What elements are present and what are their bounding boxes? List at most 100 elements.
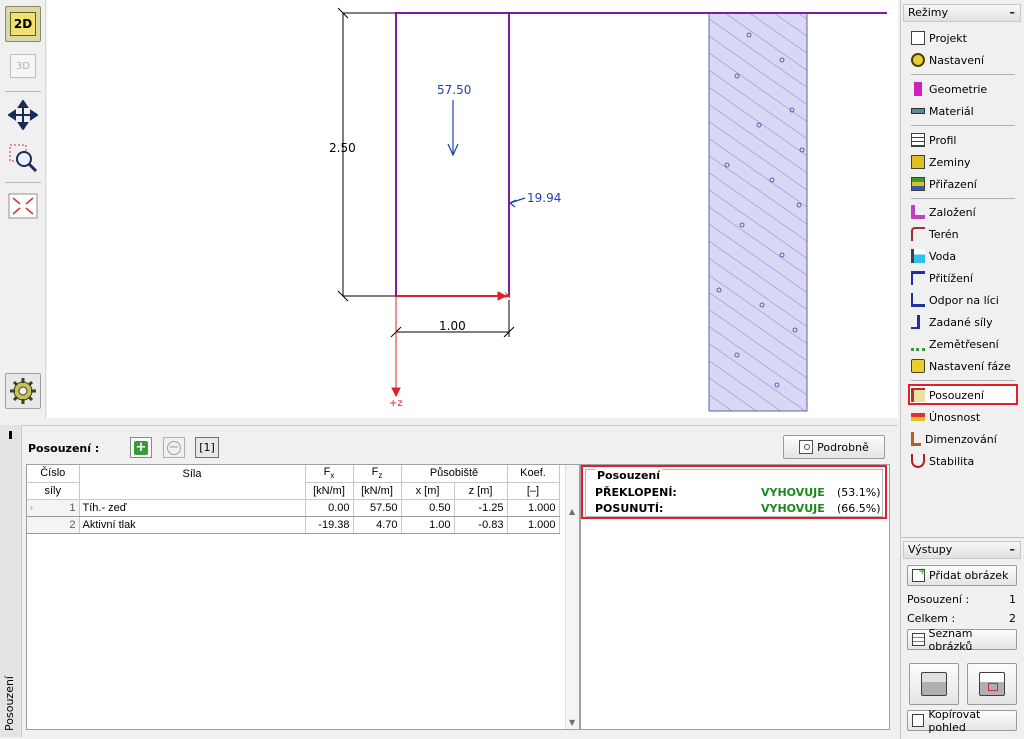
- remove-button[interactable]: −: [163, 437, 185, 458]
- mode-item-stability[interactable]: Stabilita: [911, 451, 974, 471]
- verification-icon: [911, 388, 925, 402]
- add-image-button[interactable]: + Přidat obrázek: [907, 565, 1017, 586]
- mode-label: Stabilita: [929, 454, 975, 468]
- mode-label: Geometrie: [929, 82, 988, 96]
- move-icon[interactable]: [5, 97, 41, 133]
- sliding-label: POSUNUTÍ:: [595, 502, 664, 515]
- row-z: -1.25: [454, 499, 508, 517]
- mode-label: Nastavení fáze: [929, 359, 1011, 373]
- fit-view-icon[interactable]: [5, 188, 41, 224]
- settings-sun-icon: [911, 53, 925, 67]
- modes-panel: Režimy – Projekt Nastavení Geometrie Mat…: [900, 0, 1024, 739]
- modes-title: Režimy: [908, 6, 948, 19]
- minus-icon: −: [167, 439, 181, 455]
- col-coef-unit: [–]: [507, 482, 560, 500]
- table-row[interactable]: › 1 Tíh.- zeď 0.00 57.50 0.50 -1.25 1.000: [27, 499, 560, 517]
- mode-item-verification[interactable]: Posouzení: [911, 385, 984, 405]
- scroll-down-icon[interactable]: ▼: [569, 718, 575, 727]
- collapse-icon[interactable]: –: [1010, 542, 1016, 558]
- row-z: -0.83: [454, 516, 508, 534]
- print-preview-button[interactable]: [967, 663, 1017, 705]
- col-fz-unit: [kN/m]: [353, 482, 402, 500]
- drawing-canvas[interactable]: 2.50 1.00 57.50 19.94 +x +z: [47, 0, 898, 418]
- row-fx: -19.38: [305, 516, 354, 534]
- mode-item-water[interactable]: Voda: [911, 246, 956, 266]
- add-button[interactable]: +: [130, 437, 152, 458]
- col-z-unit: z [m]: [454, 482, 508, 500]
- image-list-button[interactable]: Seznam obrázků: [907, 626, 1017, 653]
- outputs-header[interactable]: Výstupy –: [903, 541, 1021, 559]
- horizontal-force-arrow: [508, 197, 526, 208]
- mode-label: Dimenzování: [925, 432, 997, 446]
- mode-item-bearing[interactable]: Únosnost: [911, 407, 980, 427]
- view-toolbar: 2D 3D: [0, 0, 46, 418]
- mode-label: Zemětřesení: [929, 337, 999, 351]
- side-tab[interactable]: Posouzení: [0, 425, 22, 737]
- modes-header[interactable]: Režimy –: [903, 4, 1021, 22]
- foundation-icon: [911, 205, 925, 219]
- details-button[interactable]: Podrobně: [783, 435, 885, 459]
- overturning-value: (53.1%): [837, 486, 881, 499]
- mode-item-settings[interactable]: Nastavení: [911, 50, 984, 70]
- mode-item-profile[interactable]: Profil: [911, 130, 956, 150]
- sliding-value: (66.5%): [837, 502, 881, 515]
- table-scrollbar[interactable]: ▲ ▼: [565, 465, 579, 729]
- details-button-label: Podrobně: [817, 440, 869, 454]
- mode-item-surcharge[interactable]: Přitížení: [911, 268, 973, 288]
- mode-item-geometry[interactable]: Geometrie: [911, 79, 987, 99]
- total-count-label: Celkem :: [907, 612, 956, 625]
- zoom-icon[interactable]: [5, 140, 41, 176]
- copy-view-button[interactable]: Kopírovat pohled: [907, 707, 1017, 734]
- mode-item-applied-forces[interactable]: Zadané síly: [911, 312, 993, 332]
- row-coef: 1.000: [507, 516, 560, 534]
- row-fz: 4.70: [353, 516, 402, 534]
- mode-item-material[interactable]: Materiál: [911, 101, 974, 121]
- bearing-icon: [911, 413, 925, 421]
- water-icon: [911, 249, 925, 263]
- image-list-icon: [912, 633, 925, 646]
- mode-label: Profil: [929, 133, 957, 147]
- mode-item-project[interactable]: Projekt: [911, 28, 967, 48]
- mode-label: Založení: [929, 205, 976, 219]
- earthquake-icon: [911, 337, 925, 351]
- sliding-status: VYHOVUJE: [761, 502, 825, 515]
- mode-item-soils[interactable]: Zeminy: [911, 152, 971, 172]
- image-list-label: Seznam obrázků: [928, 626, 973, 653]
- row-force-name: Tíh.- zeď: [79, 499, 306, 517]
- stability-icon: [911, 454, 925, 468]
- view-3d-button[interactable]: 3D: [5, 48, 41, 84]
- mode-item-terrain[interactable]: Terén: [911, 224, 959, 244]
- page-indicator[interactable]: [1]: [195, 437, 219, 458]
- height-dimension-label: 2.50: [329, 141, 356, 155]
- assign-icon: [911, 177, 925, 191]
- profile-icon: [911, 133, 925, 147]
- table-row[interactable]: 2 Aktivní tlak -19.38 4.70 1.00 -0.83 1.…: [27, 516, 560, 534]
- print-button[interactable]: [909, 663, 959, 705]
- row-fx: 0.00: [305, 499, 354, 517]
- mode-item-stage-settings[interactable]: Nastavení fáze: [911, 356, 1011, 376]
- view-2d-button[interactable]: 2D: [5, 6, 41, 42]
- front-resistance-icon: [911, 293, 925, 307]
- dimensioning-icon: [911, 432, 921, 446]
- copy-view-label: Kopírovat pohled: [928, 707, 981, 734]
- scroll-up-icon[interactable]: ▲: [569, 507, 575, 516]
- mode-label: Projekt: [929, 31, 967, 45]
- mode-label: Přiřazení: [929, 177, 977, 191]
- gear-icon[interactable]: [5, 373, 41, 409]
- mode-item-earthquake[interactable]: Zemětřesení: [911, 334, 999, 354]
- view-2d-label: 2D: [10, 12, 36, 36]
- mode-label: Nastavení: [929, 53, 985, 67]
- col-action-point-header: Působiště: [401, 465, 508, 483]
- applied-forces-icon: [911, 315, 920, 329]
- row-number: 1: [69, 501, 76, 514]
- width-dimension-label: 1.00: [439, 319, 466, 333]
- col-num-header: Číslo: [27, 465, 80, 483]
- terrain-icon: [911, 227, 925, 241]
- mode-item-dimensioning[interactable]: Dimenzování: [911, 429, 997, 449]
- outputs-title: Výstupy: [908, 543, 953, 556]
- mode-item-front-resistance[interactable]: Odpor na líci: [911, 290, 999, 310]
- vertical-force-label: 57.50: [437, 83, 472, 97]
- mode-item-assign[interactable]: Přiřazení: [911, 174, 977, 194]
- mode-item-foundation[interactable]: Založení: [911, 202, 976, 222]
- collapse-icon[interactable]: –: [1010, 5, 1016, 21]
